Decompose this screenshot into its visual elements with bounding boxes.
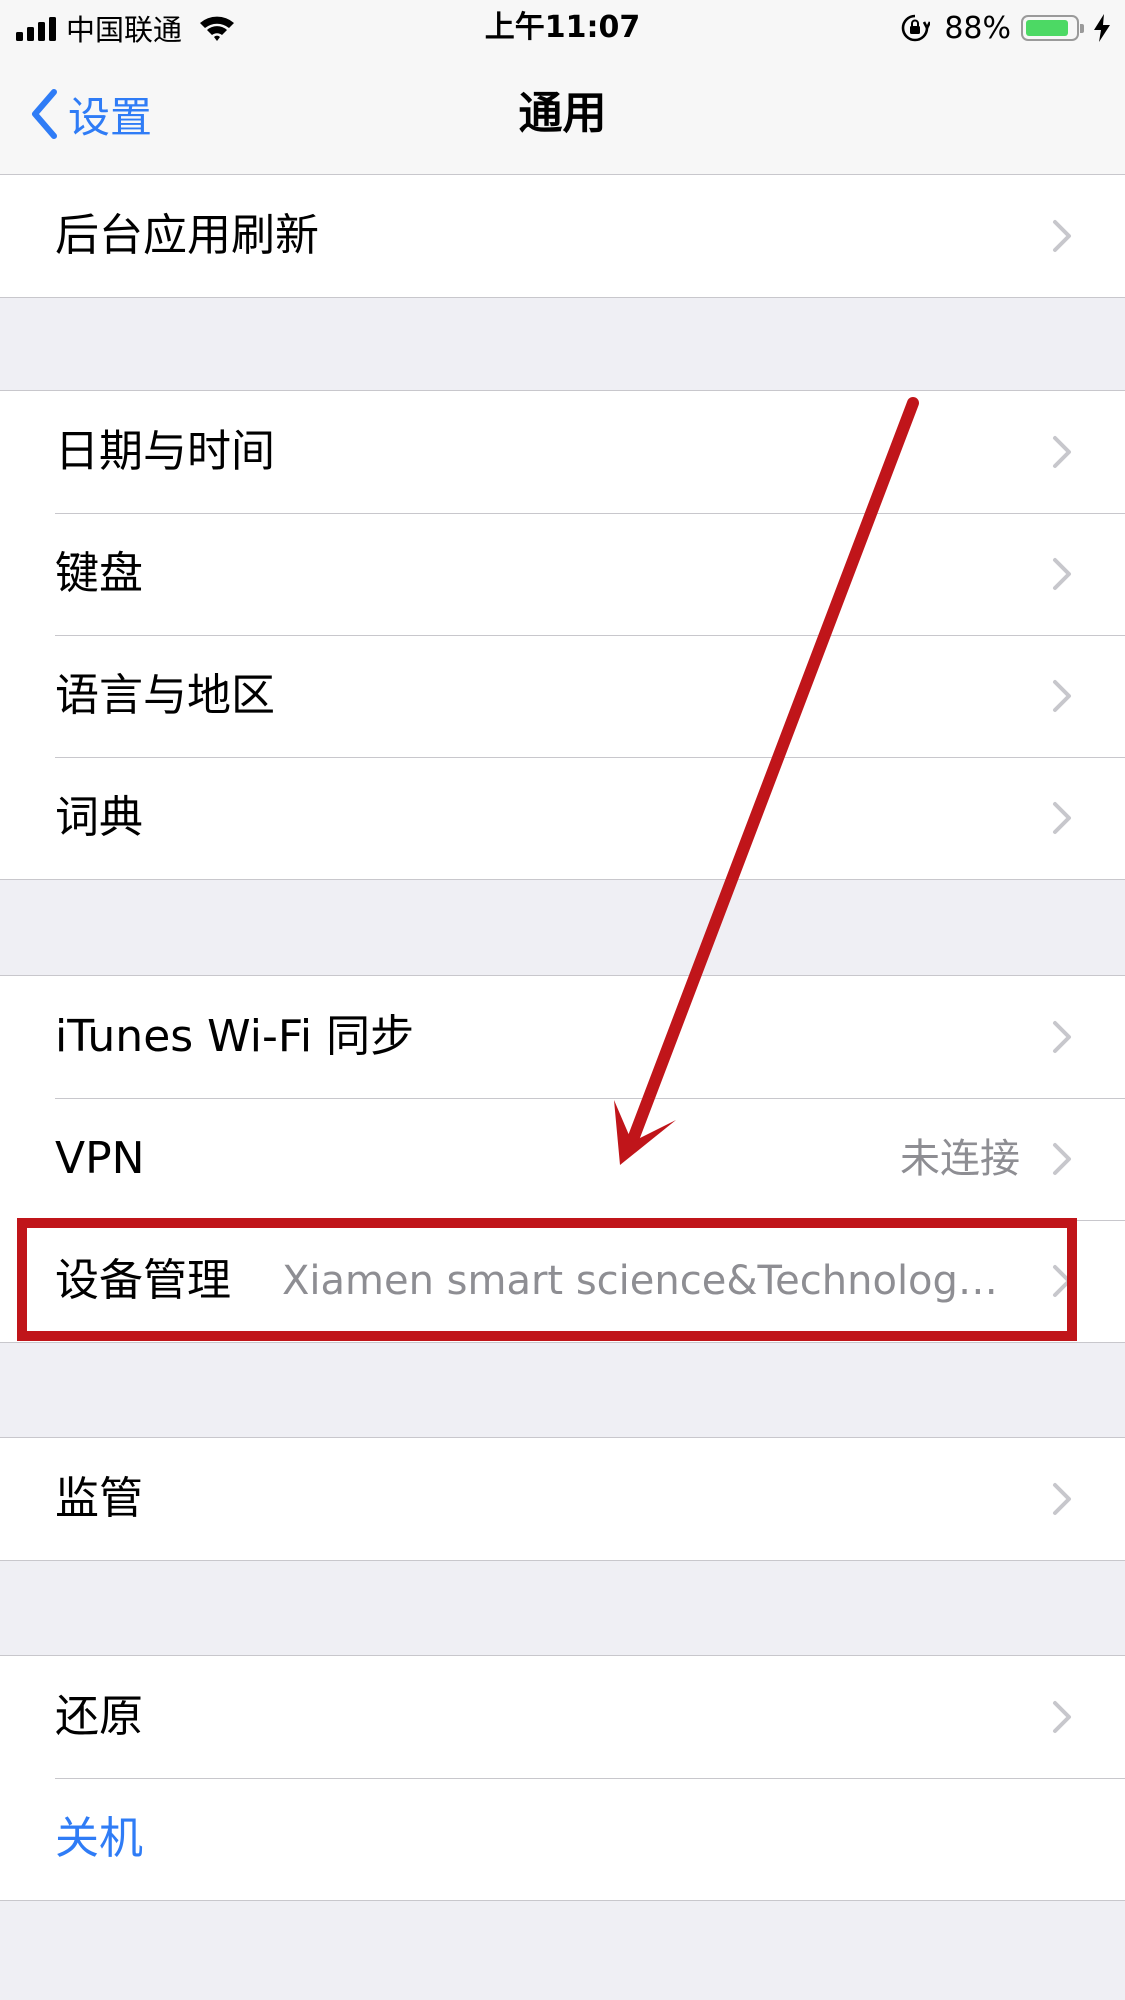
battery-percent: 88%	[944, 10, 1011, 46]
chevron-right-icon	[1053, 436, 1071, 468]
chevron-right-icon	[1053, 1701, 1071, 1733]
shut-down-link: 关机	[55, 1813, 143, 1864]
row-vpn[interactable]: VPN 未连接	[0, 1098, 1125, 1220]
row-supervision[interactable]: 监管	[0, 1438, 1125, 1560]
chevron-right-icon	[1053, 1483, 1071, 1515]
chevron-right-icon	[1053, 1143, 1071, 1175]
row-label: 日期与时间	[55, 426, 275, 477]
battery-fill	[1026, 20, 1069, 36]
chevron-right-icon	[1053, 220, 1071, 252]
settings-group-reset-shutdown: 还原 关机	[0, 1655, 1125, 1901]
row-label: 键盘	[55, 548, 143, 599]
row-label: 还原	[55, 1691, 143, 1742]
row-reset[interactable]: 还原	[0, 1656, 1125, 1778]
navigation-bar: 设置 通用	[0, 56, 1125, 175]
row-label: VPN	[55, 1133, 145, 1184]
charging-bolt-icon	[1094, 14, 1110, 42]
row-label: 语言与地区	[55, 670, 275, 721]
status-bar: 中国联通 上午11:07 88%	[0, 0, 1125, 56]
status-bar-right: 88%	[900, 8, 1113, 48]
rotation-lock-icon	[902, 14, 931, 42]
row-date-time[interactable]: 日期与时间	[0, 391, 1125, 513]
row-background-app-refresh[interactable]: 后台应用刷新	[0, 175, 1125, 297]
battery-cap	[1080, 24, 1084, 33]
row-label: iTunes Wi-Fi 同步	[55, 1011, 415, 1062]
settings-group-locale: 日期与时间 键盘 语言与地区 词典	[0, 390, 1125, 880]
settings-group-background: 后台应用刷新	[0, 174, 1125, 298]
chevron-right-icon	[1053, 1021, 1071, 1053]
row-label: 后台应用刷新	[55, 210, 319, 261]
row-label: 监管	[55, 1473, 143, 1524]
row-dictionary[interactable]: 词典	[0, 757, 1125, 879]
settings-group-supervision: 监管	[0, 1437, 1125, 1561]
vpn-status-value: 未连接	[900, 1136, 1020, 1182]
highlight-box	[17, 1218, 1077, 1341]
page-title: 通用	[518, 88, 607, 139]
row-label: 词典	[55, 792, 143, 843]
chevron-right-icon	[1053, 680, 1071, 712]
chevron-right-icon	[1053, 558, 1071, 590]
row-keyboard[interactable]: 键盘	[0, 513, 1125, 635]
battery-icon	[1021, 15, 1084, 41]
row-language-region[interactable]: 语言与地区	[0, 635, 1125, 757]
chevron-right-icon	[1053, 802, 1071, 834]
row-itunes-wifi-sync[interactable]: iTunes Wi-Fi 同步	[0, 976, 1125, 1098]
row-shut-down[interactable]: 关机	[0, 1778, 1125, 1900]
